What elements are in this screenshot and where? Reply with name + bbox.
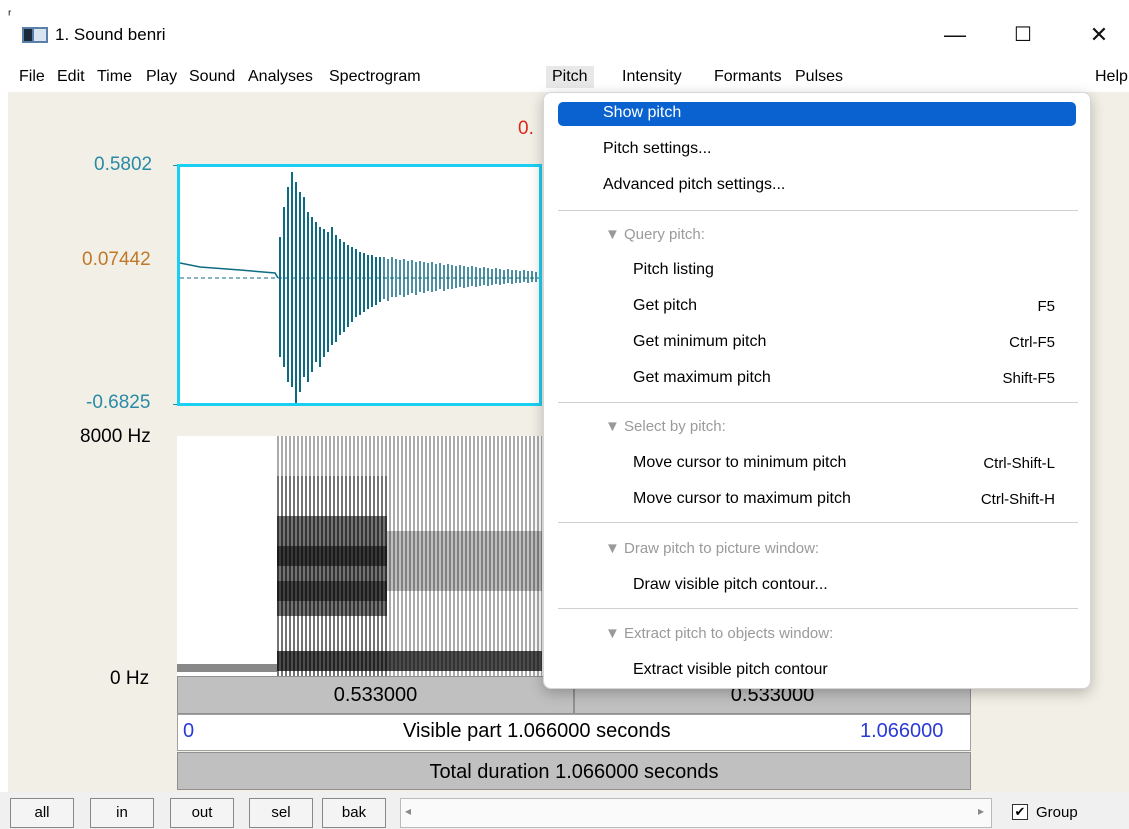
menu-time[interactable]: Time [95, 66, 134, 88]
move-cursor-min-shortcut: Ctrl-Shift-L [983, 455, 1055, 472]
group-label: Group [1036, 804, 1078, 821]
visible-end-time: 1.066000 [860, 720, 944, 742]
pitch-settings-item[interactable]: Pitch settings... [603, 140, 712, 158]
extract-pitch-header: ▼ Extract pitch to objects window: [605, 625, 834, 642]
menu-separator [558, 210, 1078, 211]
waveform-view[interactable] [177, 164, 542, 406]
all-button[interactable]: all [10, 798, 74, 828]
get-maximum-pitch-item[interactable]: Get maximum pitch [633, 369, 771, 387]
extract-visible-pitch-contour-item[interactable]: Extract visible pitch contour [633, 661, 828, 679]
advanced-pitch-settings-item[interactable]: Advanced pitch settings... [603, 176, 785, 194]
get-minimum-pitch-shortcut: Ctrl-F5 [1009, 334, 1055, 351]
get-minimum-pitch-item[interactable]: Get minimum pitch [633, 333, 766, 351]
zoom-out-button[interactable]: out [170, 798, 234, 828]
get-pitch-item[interactable]: Get pitch [633, 297, 697, 315]
show-pitch-item[interactable]: Show pitch [603, 104, 681, 122]
select-by-pitch-header: ▼ Select by pitch: [605, 418, 726, 435]
spectrogram-plot [177, 436, 542, 676]
draw-visible-pitch-contour-item[interactable]: Draw visible pitch contour... [633, 576, 828, 594]
menu-help[interactable]: Help [1093, 66, 1129, 88]
left-half-time: 0.533000 [333, 684, 418, 706]
menu-analyses[interactable]: Analyses [246, 66, 315, 88]
wave-mid-label: 0.07442 [82, 249, 151, 270]
left-half-time-bar[interactable]: 0.533000 [177, 676, 574, 714]
query-pitch-header: ▼ Query pitch: [605, 226, 705, 243]
menu-separator [558, 608, 1078, 609]
cursor-time-label: 0. [518, 118, 534, 139]
zoom-back-button[interactable]: bak [322, 798, 386, 828]
spectrogram-view[interactable] [177, 436, 542, 676]
visible-part-label: Visible part 1.066000 seconds [403, 720, 671, 742]
menu-separator [558, 402, 1078, 403]
menu-intensity[interactable]: Intensity [620, 66, 684, 88]
spec-min-label: 0 Hz [110, 668, 150, 689]
window-title: 1. Sound benri [55, 25, 166, 44]
spec-max-label: 8000 Hz [80, 426, 151, 447]
move-cursor-min-item[interactable]: Move cursor to minimum pitch [633, 454, 846, 472]
menu-pulses[interactable]: Pulses [793, 66, 845, 88]
zoom-selection-button[interactable]: sel [249, 798, 313, 828]
minimize-button[interactable]: — [932, 22, 978, 48]
pitch-listing-item[interactable]: Pitch listing [633, 261, 714, 279]
get-pitch-shortcut: F5 [1037, 298, 1055, 315]
menu-separator [558, 522, 1078, 523]
group-checkbox[interactable]: ✔ [1012, 804, 1028, 820]
horizontal-scrollbar[interactable] [400, 798, 992, 828]
total-duration-bar[interactable]: Total duration 1.066000 seconds [177, 752, 971, 790]
close-button[interactable]: ✕ [1076, 22, 1122, 48]
menu-file[interactable]: File [17, 66, 47, 88]
scroll-right-icon[interactable]: ▸ [978, 804, 984, 818]
corner-mark: ʳ [8, 6, 12, 22]
waveform-plot [180, 172, 539, 403]
wave-min-label: -0.6825 [86, 392, 151, 413]
zoom-in-button[interactable]: in [90, 798, 154, 828]
move-cursor-max-shortcut: Ctrl-Shift-H [980, 491, 1055, 508]
menu-formants[interactable]: Formants [712, 66, 784, 88]
maximize-button[interactable]: ☐ [1000, 22, 1046, 48]
draw-pitch-header: ▼ Draw pitch to picture window: [605, 540, 820, 557]
total-duration-label: Total duration 1.066000 seconds [429, 761, 719, 783]
menu-play[interactable]: Play [144, 66, 179, 88]
get-maximum-pitch-shortcut: Shift-F5 [1002, 370, 1055, 387]
app-icon [22, 27, 48, 43]
move-cursor-max-item[interactable]: Move cursor to maximum pitch [633, 490, 851, 508]
scroll-left-icon[interactable]: ◂ [405, 804, 411, 818]
menu-sound[interactable]: Sound [187, 66, 237, 88]
menu-pitch[interactable]: Pitch [546, 66, 594, 88]
visible-start-time: 0 [183, 720, 195, 742]
menu-edit[interactable]: Edit [55, 66, 87, 88]
wave-max-label: 0.5802 [94, 154, 153, 175]
menu-spectrogram[interactable]: Spectrogram [327, 66, 423, 88]
